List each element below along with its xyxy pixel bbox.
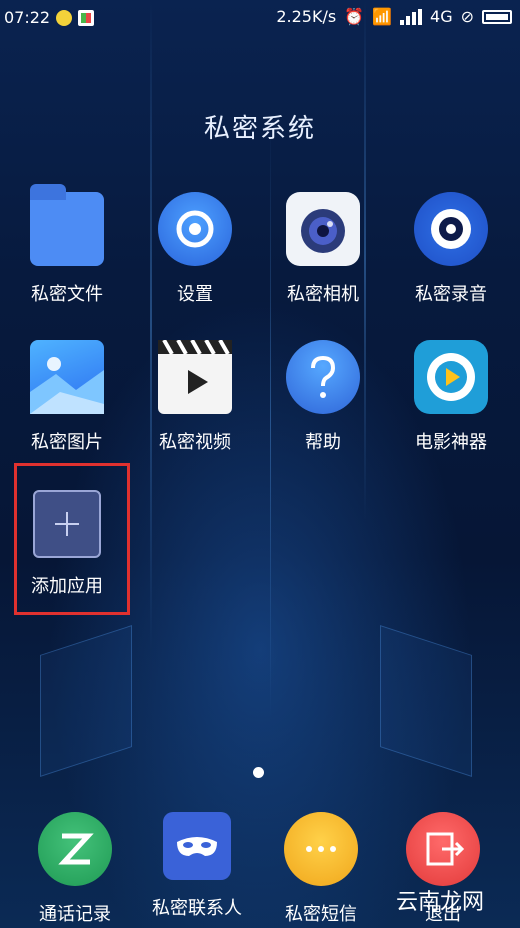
status-right: 2.25K/s ⏰ 📶 4G ⊘ (276, 7, 512, 26)
watermark: 云南龙网 (395, 889, 484, 914)
app-label: 通话记录 (39, 904, 111, 925)
app-label: 设置 (177, 284, 213, 305)
gallery-icon (30, 340, 104, 414)
dock-private-contacts[interactable]: 私密联系人 (137, 812, 257, 920)
page-title: 私密系统 (203, 114, 316, 144)
phone-icon (38, 812, 112, 886)
dnd-icon: ⊘ (460, 7, 474, 26)
page-indicator-dot (253, 767, 264, 778)
bg-panel (40, 625, 132, 777)
camera-icon (286, 192, 360, 266)
app-private-camera[interactable]: 私密相机 (263, 192, 383, 306)
highlight-box (14, 463, 130, 615)
wifi-icon: 📶 (372, 7, 393, 26)
app-label: 私密视频 (159, 432, 231, 453)
folder-icon (30, 184, 104, 266)
alarm-icon: ⏰ (344, 7, 365, 26)
notification-app-icon (78, 10, 94, 26)
gear-icon (158, 192, 232, 266)
bg-streak (150, 0, 152, 650)
dock-private-sms[interactable]: 私密短信 (261, 812, 381, 926)
app-help[interactable]: 帮助 (263, 340, 383, 454)
app-label: 私密图片 (31, 432, 103, 453)
app-label: 私密短信 (285, 904, 357, 925)
app-settings[interactable]: 设置 (135, 192, 255, 306)
exit-icon (406, 812, 480, 886)
app-label: 私密文件 (31, 284, 103, 305)
dock-call-log[interactable]: 通话记录 (15, 812, 135, 926)
notification-icon (56, 10, 72, 26)
status-time: 07:22 (4, 8, 51, 27)
movie-icon (414, 340, 488, 414)
app-label: 帮助 (305, 432, 341, 453)
video-icon (158, 339, 232, 414)
mask-icon (163, 812, 231, 880)
app-label: 私密联系人 (152, 898, 242, 919)
app-private-recorder[interactable]: 私密录音 (391, 192, 511, 306)
app-label: 私密录音 (415, 284, 487, 305)
battery-icon (482, 9, 512, 24)
message-icon (284, 812, 358, 886)
status-bar: 07:22 2.25K/s ⏰ 📶 4G ⊘ (0, 0, 520, 34)
help-icon (286, 340, 360, 414)
signal-icon (400, 8, 423, 25)
app-private-video[interactable]: 私密视频 (135, 339, 255, 454)
app-movie-tool[interactable]: 电影神器 (391, 340, 511, 454)
app-private-photos[interactable]: 私密图片 (7, 340, 127, 454)
network-speed: 2.25K/s (276, 7, 337, 26)
recorder-icon (414, 192, 488, 266)
bg-panel (380, 625, 472, 777)
network-type: 4G (430, 7, 453, 26)
app-label: 电影神器 (415, 432, 487, 453)
app-private-files[interactable]: 私密文件 (7, 184, 127, 306)
app-label: 私密相机 (287, 284, 359, 305)
